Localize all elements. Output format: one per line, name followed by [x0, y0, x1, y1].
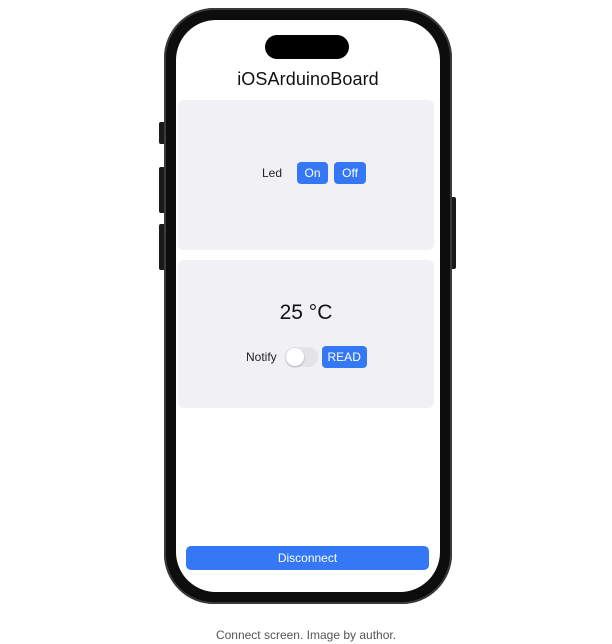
- led-card: Led On Off: [178, 100, 434, 250]
- read-button[interactable]: READ: [321, 346, 367, 368]
- phone-frame: iOSArduinoBoard Led On Off 25 °C Notify …: [164, 8, 452, 604]
- app-title: iOSArduinoBoard: [237, 69, 379, 89]
- notify-label: Notify: [246, 350, 277, 364]
- dynamic-island: [265, 35, 349, 59]
- notify-row: Notify READ: [246, 346, 367, 368]
- led-row: Led On Off: [262, 162, 367, 184]
- toggle-knob: [285, 348, 304, 366]
- phone-screen: iOSArduinoBoard Led On Off 25 °C Notify …: [176, 20, 440, 592]
- led-label: Led: [262, 166, 283, 180]
- temperature-value: 25 °C: [279, 301, 333, 324]
- led-on-button[interactable]: On: [297, 162, 329, 184]
- figure-caption: Connect screen. Image by author.: [215, 628, 397, 642]
- disconnect-button[interactable]: Disconnect: [186, 546, 429, 570]
- figure: iOSArduinoBoard Led On Off 25 °C Notify …: [0, 0, 612, 644]
- temperature-card: 25 °C Notify READ: [178, 260, 434, 408]
- led-off-button[interactable]: Off: [334, 162, 367, 184]
- notify-toggle-switch-icon[interactable]: [284, 347, 318, 367]
